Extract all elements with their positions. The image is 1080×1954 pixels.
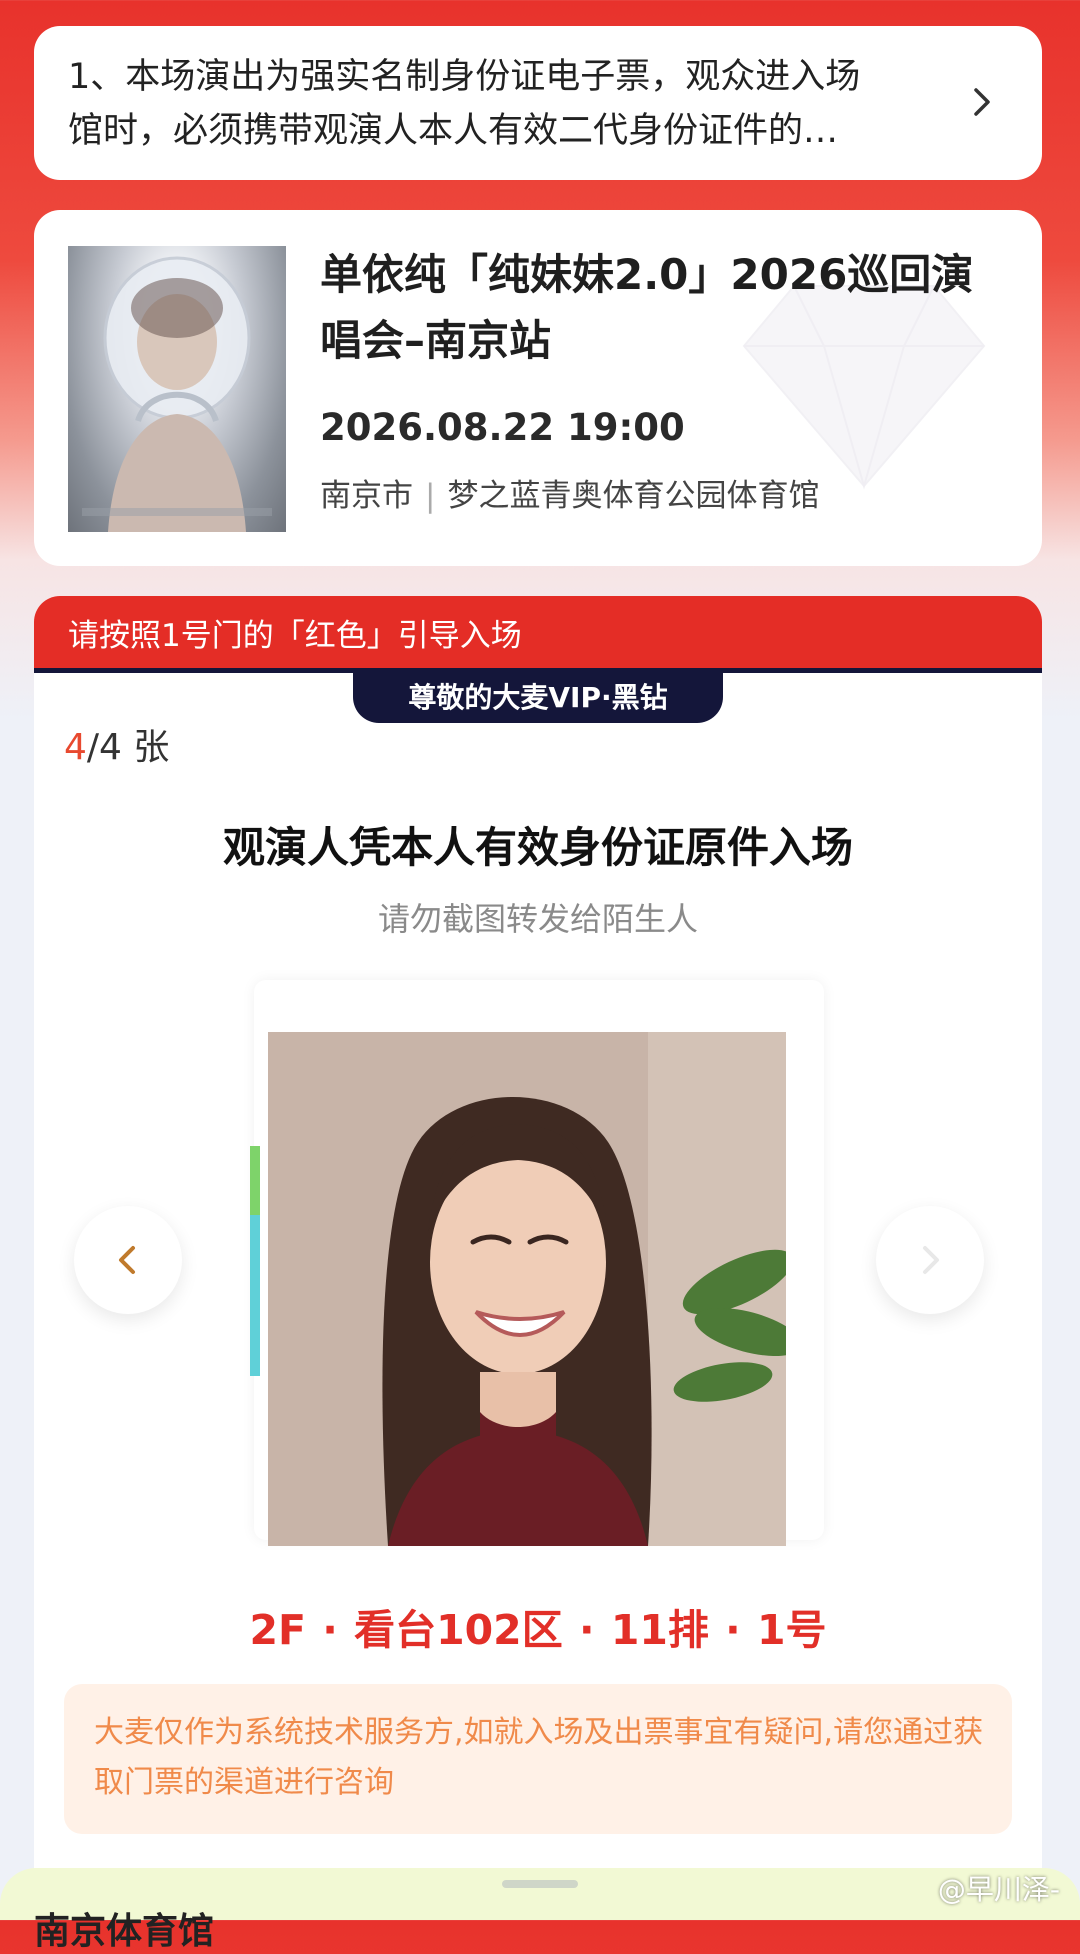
poster-illustration (82, 256, 272, 532)
vip-badge: 尊敬的大麦VIP·黑钻 (353, 673, 723, 723)
entry-guide-banner: 请按照1号门的「红色」引导入场 (34, 596, 1042, 673)
ticket-count-total: /4 张 (86, 727, 170, 768)
no-screenshot-warning: 请勿截图转发给陌生人 (377, 900, 698, 938)
ticket-card: 请按照1号门的「红色」引导入场 尊敬的大麦VIP·黑钻 4/4 张 观演人凭本人… (34, 596, 1042, 1920)
service-tip-text: 大麦仅作为系统技术服务方,如就入场及出票事宜有疑问,请您通过获取门票的渠道进行咨… (94, 1715, 984, 1800)
previous-ticket-button[interactable] (74, 1206, 182, 1314)
weibo-watermark: @早川泽- (937, 1873, 1060, 1906)
notice-card[interactable]: 1、本场演出为强实名制身份证电子票，观众进入场 馆时，必须携带观演人本人有效二代… (34, 26, 1042, 180)
venue-guide-title: 南京体育馆 (34, 1911, 215, 1952)
next-ticket-button[interactable] (876, 1206, 984, 1314)
ticket-count-current: 4 (64, 727, 87, 768)
status-bar (250, 1146, 260, 1376)
entry-guide-text: 请按照1号门的「红色」引导入场 (68, 618, 522, 654)
chevron-left-icon (119, 1246, 135, 1274)
seat-info: 2F · 看台102区 · 11排 · 1号 (249, 1606, 827, 1654)
event-city: 南京市 (320, 478, 413, 514)
notice-line-1: 1、本场演出为强实名制身份证电子票，观众进入场 (68, 57, 861, 97)
event-poster[interactable] (68, 246, 286, 532)
event-title: 单依纯「纯妹妹2.0」2026巡回演唱会–南京站 (320, 250, 974, 365)
chevron-right-icon (923, 1246, 939, 1274)
location-separator: | (425, 478, 436, 514)
notice-line-2: 馆时，必须携带观演人本人有效二代身份证件的… (68, 111, 839, 151)
service-tip-box: 大麦仅作为系统技术服务方,如就入场及出票事宜有疑问,请您通过获取门票的渠道进行咨… (64, 1684, 1012, 1834)
id-entry-headline: 观演人凭本人有效身份证原件入场 (222, 823, 853, 872)
chevron-right-icon[interactable] (962, 82, 1002, 122)
event-location: 南京市 | 梦之蓝青奥体育公园体育馆 (320, 470, 819, 515)
venue-guide-sheet[interactable]: 南京体育馆 (0, 1868, 1080, 1952)
event-datetime: 2026.08.22 19:00 (320, 406, 685, 449)
event-venue: 梦之蓝青奥体育公园体育馆 (447, 478, 820, 514)
notice-text: 1、本场演出为强实名制身份证电子票，观众进入场 馆时，必须携带观演人本人有效二代… (68, 50, 948, 158)
event-card[interactable]: 单依纯「纯妹妹2.0」2026巡回演唱会–南京站 2026.08.22 19:0… (34, 210, 1042, 566)
drag-handle[interactable] (502, 1880, 578, 1888)
ticket-count: 4/4 张 (64, 718, 169, 770)
attendee-photo-illustration (268, 1032, 786, 1546)
attendee-photo (268, 1032, 786, 1546)
